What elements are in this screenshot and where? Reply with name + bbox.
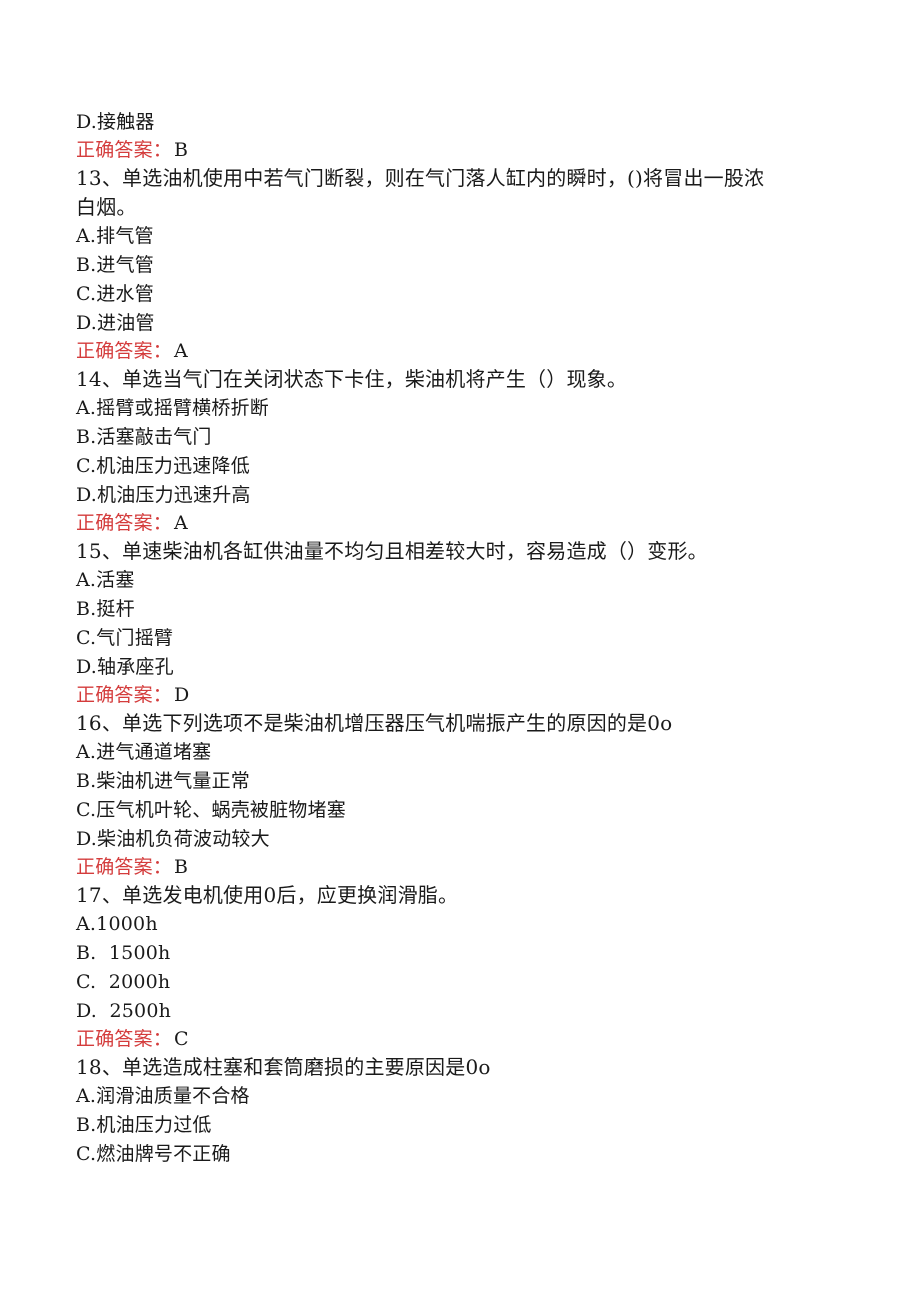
- question-14-option-a: A.摇臂或摇臂横桥折断: [76, 397, 269, 419]
- question-13-option-a: A.排气管: [76, 225, 154, 247]
- question-14-option-b: B.活塞敲击气门: [76, 426, 212, 448]
- answer-value: A: [174, 512, 188, 534]
- question-15-option-c: C.气门摇臂: [76, 627, 174, 649]
- question-17-option-c: C. 2000h: [76, 971, 171, 993]
- document-page: D.接触器 正确答案： B 13、单选油机使用中若气门断裂，则在气门落人缸内的瞬时…: [0, 0, 920, 1301]
- question-14-answer: 正确答案： A: [76, 510, 776, 537]
- question-14-option-d: D.机油压力迅速升高: [76, 484, 251, 506]
- question-16-option-d: D.柴油机负荷波动较大: [76, 828, 270, 850]
- question-16-option-b: B.柴油机进气量正常: [76, 770, 251, 792]
- question-16-option-c: C.压气机叶轮、蜗壳被脏物堵塞: [76, 799, 346, 821]
- answer-label: 正确答案：: [76, 512, 173, 534]
- answer-label: 正确答案：: [76, 684, 173, 706]
- question-18-option-c: C.燃油牌号不正确: [76, 1143, 231, 1165]
- answer-value: D: [174, 684, 190, 706]
- question-14-option-c: C.机油压力迅速降低: [76, 455, 250, 477]
- answer-label: 正确答案：: [76, 856, 173, 878]
- question-13-stem: 13、单选油机使用中若气门断裂，则在气门落人缸内的瞬时，()将冒出一股浓白烟。: [76, 166, 765, 219]
- answer-value: B: [174, 856, 189, 878]
- question-18-option-b: B.机油压力过低: [76, 1114, 212, 1136]
- question-17-stem: 17、单选发电机使用0后，应更换润滑脂。: [76, 883, 459, 907]
- question-list: D.接触器 正确答案： B 13、单选油机使用中若气门断裂，则在气门落人缸内的瞬时…: [76, 108, 776, 1169]
- answer-label: 正确答案：: [76, 340, 173, 362]
- question-15-option-a: A.活塞: [76, 569, 135, 591]
- question-15-option-d: D.轴承座孔: [76, 656, 174, 678]
- question-17-answer: 正确答案： C: [76, 1026, 776, 1053]
- question-17-option-d: D. 2500h: [76, 1000, 172, 1022]
- question-15-answer: 正确答案： D: [76, 682, 776, 709]
- question-16-stem: 16、单选下列选项不是柴油机增压器压气机喘振产生的原因的是0o: [76, 711, 673, 735]
- question-17-option-a: A.1000h: [76, 913, 158, 935]
- answer-value: B: [174, 139, 189, 161]
- question-16-answer: 正确答案： B: [76, 854, 776, 881]
- question-13-answer: 正确答案： A: [76, 338, 776, 365]
- answer-label: 正确答案：: [76, 1028, 173, 1050]
- option-d-prev: D.接触器: [76, 111, 155, 133]
- question-18-option-a: A.润滑油质量不合格: [76, 1085, 250, 1107]
- question-13-option-c: C.进水管: [76, 283, 154, 305]
- question-18-stem: 18、单选造成柱塞和套筒磨损的主要原因是0o: [76, 1055, 491, 1079]
- question-16-option-a: A.进气通道堵塞: [76, 741, 212, 763]
- question-15-stem: 15、单速柴油机各缸供油量不均匀且相差较大时，容易造成（）变形。: [76, 539, 708, 563]
- answer-value: A: [174, 340, 188, 362]
- question-14-stem: 14、单选当气门在关闭状态下卡住，柴油机将产生（）现象。: [76, 367, 628, 391]
- question-13-option-b: B.进气管: [76, 254, 155, 276]
- question-13-option-d: D.进油管: [76, 312, 155, 334]
- answer-value: C: [174, 1028, 189, 1050]
- answer-prev: 正确答案： B: [76, 137, 776, 164]
- answer-label: 正确答案：: [76, 139, 173, 161]
- question-15-option-b: B.挺杆: [76, 598, 135, 620]
- question-17-option-b: B. 1500h: [76, 942, 171, 964]
